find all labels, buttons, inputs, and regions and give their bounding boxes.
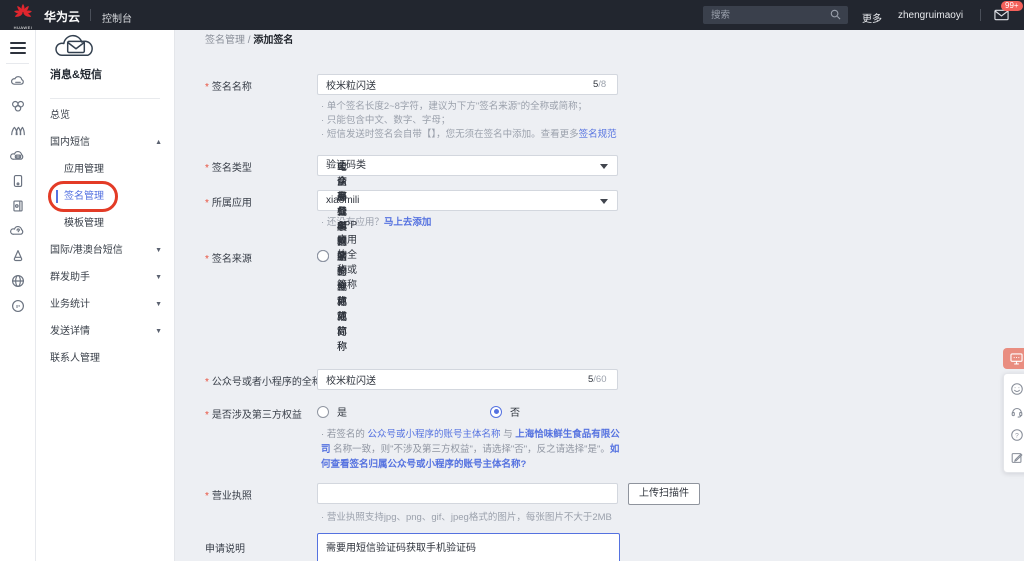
huawei-logo-icon[interactable]: HUAWEI [10, 3, 36, 30]
page-title: 添加签名 [253, 35, 294, 46]
sidebar-item-app-management[interactable]: 应用管理 [36, 156, 174, 183]
topbar: HUAWEI 华为云 控制台 更多 zhengruimaoyi 99+ [0, 0, 1024, 30]
license-hint: 营业执照支持jpg、png、gif、jpeg格式的图片，每张图片不大于2MB [321, 511, 681, 525]
waves-icon[interactable] [0, 118, 36, 143]
sidebar-item-contact-management[interactable]: 联系人管理 [36, 345, 174, 372]
app-hint: 还没有应用？马上去添加 [321, 216, 641, 230]
signature-name-hints: 单个签名长度2~8字符，建议为下方"签名来源"的全称或简称； 只能包含中文、数字… [321, 100, 641, 142]
huawei-logo-text: HUAWEI [13, 25, 33, 30]
third-party-no[interactable]: 否 [490, 404, 520, 419]
signature-spec-link[interactable]: 签名规范 [579, 129, 617, 140]
label-signature-name: * 签名名称 [205, 82, 252, 93]
sms-service-icon [52, 30, 100, 67]
service-title: 消息&短信 [50, 69, 102, 81]
sidebar-item-overview[interactable]: 总览 [36, 102, 174, 129]
sidebar-item-template-management[interactable]: 模板管理 [36, 210, 174, 237]
svg-text:IP: IP [16, 304, 21, 310]
label-application-note: 申请说明 [205, 544, 245, 555]
label-app: * 所属应用 [205, 198, 252, 209]
label-signature-source: * 签名来源 [205, 254, 252, 265]
object-storage-icon[interactable] [0, 93, 36, 118]
radio-selected-icon[interactable] [490, 405, 502, 418]
account-subject-link[interactable]: 公众号或小程序的账号主体名称 [367, 429, 500, 440]
breadcrumb-separator: / [247, 35, 251, 46]
sidebar: 消息&短信 总览 国内短信 ▲ 应用管理 签名管理 模板管理 国际/港澳台短信 ▼ … [36, 30, 175, 561]
radio-icon[interactable] [317, 249, 329, 262]
sidebar-divider [50, 98, 160, 99]
fullname-input[interactable] [317, 369, 618, 390]
rail-divider [6, 63, 29, 64]
caret-down-icon: ▼ [155, 274, 162, 281]
upload-scan-button[interactable]: 上传扫描件 [628, 483, 700, 505]
caret-up-icon: ▲ [155, 139, 162, 146]
radio-icon[interactable] [317, 405, 329, 418]
device-icon[interactable] [0, 168, 36, 193]
icon-rail: IP [0, 30, 36, 561]
breadcrumb: 签名管理 / 添加签名 [205, 31, 293, 46]
sidebar-item-business-stats[interactable]: 业务统计 ▼ [36, 291, 174, 318]
svg-text:?: ? [1015, 432, 1019, 439]
label-fullname: * 公众号或者小程序的全称 [205, 377, 322, 388]
signature-name-input[interactable] [317, 74, 618, 95]
sidebar-item-send-details[interactable]: 发送详情 ▼ [36, 318, 174, 345]
topbar-divider [90, 9, 91, 21]
database-icon[interactable] [0, 193, 36, 218]
feedback-panel: ? [1003, 373, 1024, 473]
cloud-help-icon[interactable] [0, 218, 36, 243]
globe-icon[interactable] [0, 268, 36, 293]
sidebar-item-bulk-assistant[interactable]: 群发助手 ▼ [36, 264, 174, 291]
label-signature-type: * 签名类型 [205, 163, 252, 174]
survey-edit-icon[interactable] [1004, 446, 1024, 469]
app-select[interactable]: xiaomili [317, 190, 618, 211]
help-icon[interactable]: ? [1004, 423, 1024, 446]
support-headset-icon[interactable] [1004, 400, 1024, 423]
label-third-party: * 是否涉及第三方权益 [205, 410, 302, 421]
console-link[interactable]: 控制台 [102, 10, 132, 25]
sidebar-menu: 总览 国内短信 ▲ 应用管理 签名管理 模板管理 国际/港澳台短信 ▼ 群发助手 ▼ … [36, 102, 174, 372]
ip-service-icon[interactable]: IP [0, 293, 36, 318]
sidebar-item-domestic-sms[interactable]: 国内短信 ▲ [36, 129, 174, 156]
search-icon[interactable] [830, 9, 841, 20]
satisfaction-icon[interactable] [1004, 377, 1024, 400]
breadcrumb-parent[interactable]: 签名管理 [205, 35, 245, 46]
feedback-toolbar: ? [1003, 348, 1024, 473]
notification-badge: 99+ [1001, 1, 1023, 11]
feedback-tab[interactable] [1003, 348, 1024, 369]
char-counter: 5/8 [593, 79, 607, 90]
application-note-textarea[interactable]: 需要用短信验证码获取手机验证码 [317, 533, 620, 561]
main-content: 签名管理 / 添加签名 *签名名称 5/8 单个签名长度2~8字符，建议为下方"… [175, 30, 1024, 561]
cloud-robot-icon[interactable] [0, 143, 36, 168]
chat-screen-icon [1010, 352, 1023, 364]
business-license-input[interactable] [317, 483, 618, 504]
add-app-link[interactable]: 马上去添加 [384, 217, 432, 228]
search-input[interactable] [703, 6, 848, 24]
caret-down-icon: ▼ [155, 328, 162, 335]
required-asterisk: * [205, 82, 209, 93]
huawei-flower-icon [14, 3, 32, 17]
caret-down-icon: ▼ [155, 301, 162, 308]
app-root: HUAWEI 华为云 控制台 更多 zhengruimaoyi 99+ IP [0, 0, 1024, 561]
funnel-icon[interactable] [0, 243, 36, 268]
sidebar-item-international-sms[interactable]: 国际/港澳台短信 ▼ [36, 237, 174, 264]
brand-title[interactable]: 华为云 [44, 8, 80, 25]
caret-down-icon: ▼ [155, 247, 162, 254]
hamburger-menu-icon[interactable] [9, 42, 26, 54]
signature-type-select[interactable]: 验证码类 [317, 155, 618, 176]
cloud-service-icon[interactable] [0, 68, 36, 93]
sidebar-item-signature-management[interactable]: 签名管理 [36, 183, 174, 210]
third-party-yes[interactable]: 是 [317, 404, 347, 419]
source-option-trademark[interactable]: 商标名的全称或简称 [317, 192, 347, 323]
third-party-hint: 若签名的 公众号或小程序的账号主体名称 与 上海恰味鲜生食品有限公司 名称一致，… [321, 427, 623, 472]
topbar-divider [980, 9, 981, 21]
char-counter: 5/60 [588, 374, 607, 385]
more-menu[interactable]: 更多 [862, 10, 882, 25]
username[interactable]: zhengruimaoyi [898, 10, 963, 21]
label-business-license: * 营业执照 [205, 491, 252, 502]
